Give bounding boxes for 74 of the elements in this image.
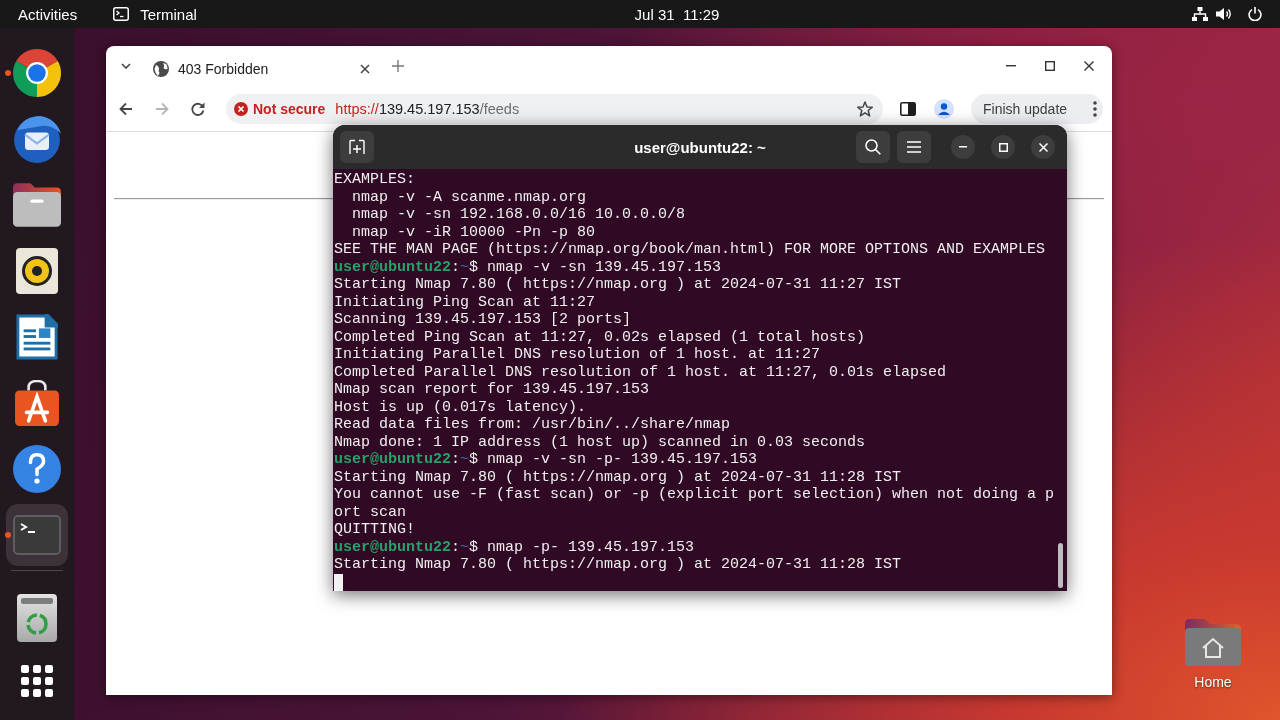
- terminal-output-line: Initiating Ping Scan at 11:27: [334, 293, 597, 311]
- search-button[interactable]: [856, 131, 890, 163]
- command-prompt-line: user@ubuntu22:~$ nmap -v -sn -p- 139.45.197.153: [334, 451, 759, 469]
- caret-icon: [121, 63, 131, 69]
- terminal-output-line: nmap -v -sn 192.168.0.0/16 10.0.0.0/8: [351, 206, 687, 224]
- mail-icon: [13, 115, 61, 163]
- search-icon: [865, 139, 881, 155]
- terminal-output-line: EXAMPLES:: [334, 171, 416, 189]
- power-icon: [1248, 7, 1262, 21]
- menu-icon: [907, 141, 921, 153]
- speaker-icon: [16, 248, 58, 294]
- terminal-output-line: Read data files from: /usr/bin/../share/nmap: [334, 416, 732, 434]
- terminal-output-line: SEE THE MAN PAGE (https://nmap.org/book/man.html) FOR MORE OPTIONS AND EXAMPLES: [334, 241, 1047, 259]
- plus-icon: [392, 60, 404, 72]
- network-icon: [1192, 7, 1208, 21]
- minimize-button[interactable]: [951, 135, 975, 159]
- terminal-output-line: Nmap scan report for 139.45.197.153: [334, 381, 651, 399]
- terminal-output-line: Completed Ping Scan at 11:27, 0.02s elapsed (1 total hosts): [334, 328, 867, 346]
- minimize-icon: [959, 146, 967, 148]
- terminal-output-line: Starting Nmap 7.80 ( https://nmap.org ) at 2024-07-31 11:27 IST: [334, 276, 903, 294]
- app-menu-button[interactable]: Terminal: [103, 2, 207, 26]
- reload-icon: [191, 101, 205, 116]
- terminal-output-line: QUITTING!: [334, 521, 416, 539]
- window-title: user@ubuntu22: ~: [634, 138, 766, 156]
- clock-button[interactable]: Jul 31 11:29: [624, 2, 730, 26]
- new-tab-button[interactable]: [340, 131, 374, 163]
- maximize-icon: [1045, 61, 1055, 71]
- help-icon: [13, 445, 61, 493]
- document-icon: [16, 314, 58, 360]
- scrollbar-thumb[interactable]: [1058, 543, 1063, 588]
- shopping-bag-icon: [15, 380, 59, 426]
- security-chip[interactable]: Not secure: [226, 95, 336, 122]
- trash-icon: [17, 594, 57, 642]
- folder-icon: [13, 183, 61, 227]
- maximize-icon: [998, 142, 1008, 152]
- person-icon: [934, 98, 954, 119]
- minimize-icon: [1006, 65, 1016, 67]
- close-icon: [1084, 61, 1094, 71]
- close-button[interactable]: [1031, 135, 1055, 159]
- globe-icon: [153, 61, 169, 77]
- side-panel-icon: [900, 101, 916, 116]
- more-icon: [1093, 100, 1097, 117]
- url-text: https://139.45.197.153/feeds: [335, 100, 520, 117]
- terminal-output-line: nmap -v -iR 10000 -Pn -p 80: [351, 223, 597, 241]
- maximize-button[interactable]: [991, 135, 1015, 159]
- terminal-output-line: nmap -v -A scanme.nmap.org: [351, 188, 588, 206]
- terminal-output-line: Scanning 139.45.197.153 [2 ports]: [334, 311, 633, 329]
- volume-icon: [1216, 7, 1232, 21]
- terminal-output-line: Host is up (0.017s latency).: [334, 398, 588, 416]
- terminal-output-line: You cannot use -F (fast scan) or -p (explicit port selection) when not doing a p: [334, 486, 1056, 504]
- terminal-output-line: ort scan: [334, 503, 407, 521]
- close-icon: [1038, 142, 1048, 152]
- apps-grid-icon: [21, 665, 53, 697]
- command-prompt-line: user@ubuntu22:~$ nmap -v -sn 139.45.197.153: [334, 258, 723, 276]
- home-folder-icon: [1185, 618, 1241, 666]
- update-button[interactable]: Finish update: [971, 93, 1103, 124]
- new-tab-icon: [349, 139, 365, 155]
- activities-button[interactable]: Activities: [8, 2, 88, 26]
- command-prompt-line: user@ubuntu22:~$ nmap -p- 139.45.197.153: [334, 538, 696, 556]
- star-icon: [857, 100, 873, 117]
- close-icon: [360, 64, 370, 74]
- browser-icon: [13, 49, 61, 97]
- terminal-icon: [113, 7, 130, 21]
- terminal-output-line: Starting Nmap 7.80 ( https://nmap.org ) at 2024-07-31 11:28 IST: [334, 468, 903, 486]
- address-bar[interactable]: Not secure https://139.45.197.153/feeds: [226, 93, 883, 124]
- back-arrow-icon: [119, 101, 133, 116]
- terminal-output-line: Initiating Parallel DNS resolution of 1 host. at 11:27: [334, 346, 822, 364]
- terminal-output-line: Starting Nmap 7.80 ( https://nmap.org ) at 2024-07-31 11:28 IST: [334, 556, 903, 574]
- forward-arrow-icon: [155, 101, 169, 116]
- terminal-icon: [13, 515, 61, 555]
- menu-button[interactable]: [897, 131, 931, 163]
- error-icon: [234, 101, 248, 116]
- terminal-output-line: Completed Parallel DNS resolution of 1 host. at 11:27, 0.01s elapsed: [334, 363, 948, 381]
- terminal-output-line: Nmap done: 1 IP address (1 host up) scanned in 0.03 seconds: [334, 433, 867, 451]
